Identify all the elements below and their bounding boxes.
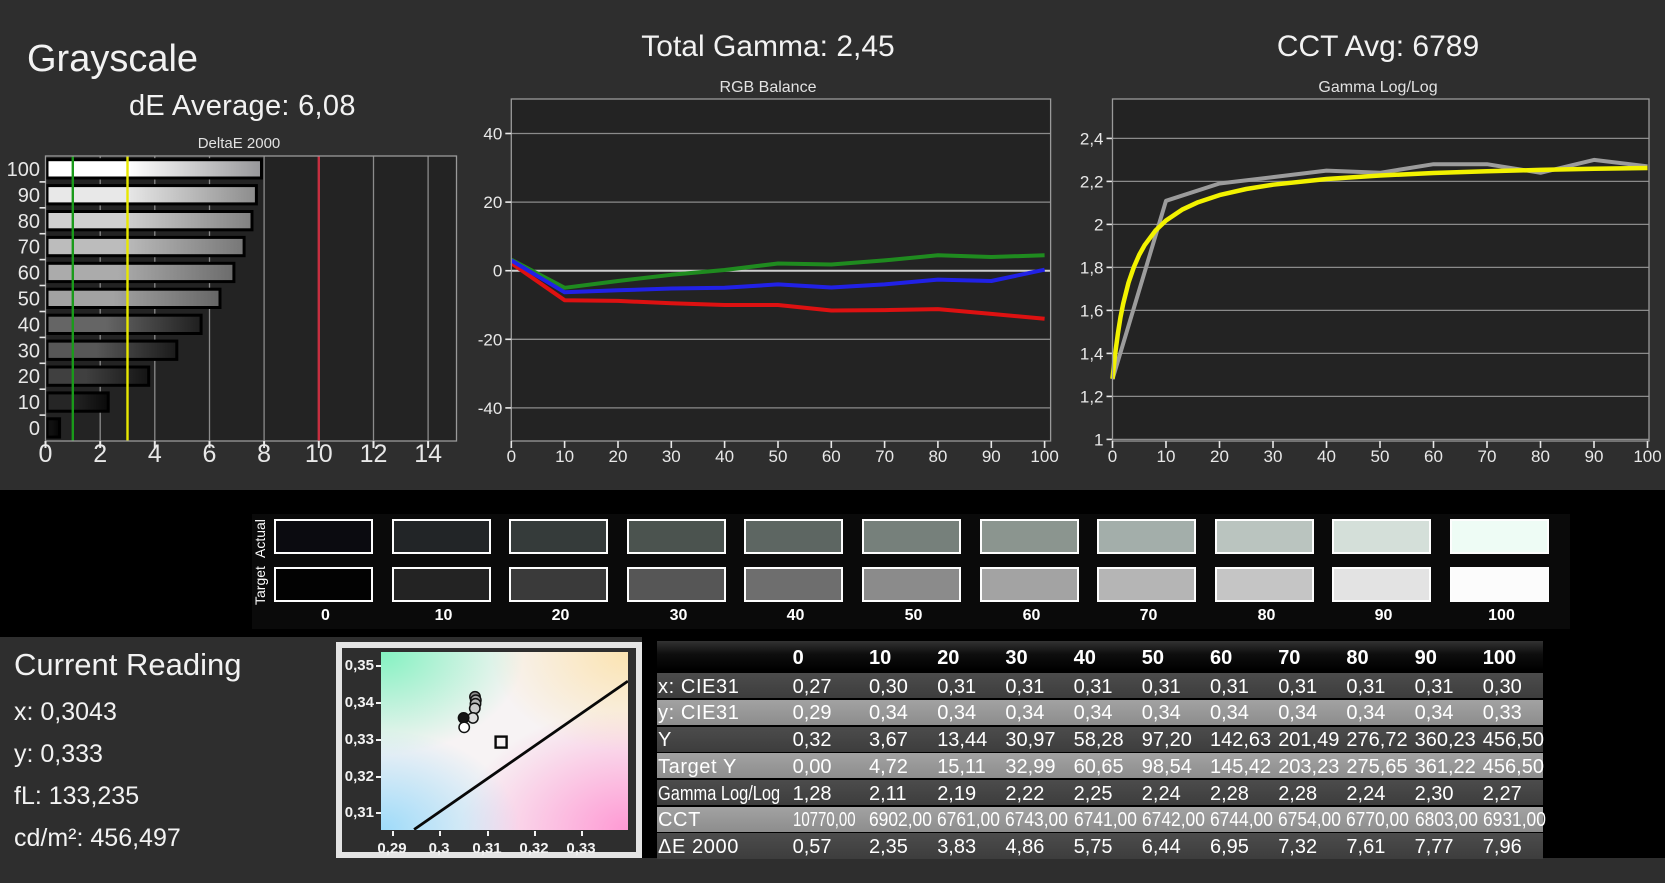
svg-text:40: 40 bbox=[1317, 447, 1336, 466]
svg-text:30: 30 bbox=[18, 340, 40, 362]
svg-text:10: 10 bbox=[1157, 447, 1176, 466]
svg-text:-20: -20 bbox=[478, 330, 503, 349]
svg-text:2: 2 bbox=[93, 440, 107, 468]
svg-text:90: 90 bbox=[18, 185, 40, 207]
svg-text:100: 100 bbox=[1633, 447, 1661, 466]
svg-text:90: 90 bbox=[1585, 447, 1604, 466]
svg-text:8: 8 bbox=[257, 440, 271, 468]
svg-text:90: 90 bbox=[982, 447, 1001, 466]
svg-text:30: 30 bbox=[1264, 447, 1283, 466]
svg-text:20: 20 bbox=[609, 447, 628, 466]
svg-text:70: 70 bbox=[18, 237, 40, 259]
svg-text:2,4: 2,4 bbox=[1080, 129, 1104, 148]
svg-text:20: 20 bbox=[1210, 447, 1229, 466]
svg-text:12: 12 bbox=[360, 440, 388, 468]
svg-text:1,8: 1,8 bbox=[1080, 258, 1104, 277]
svg-text:70: 70 bbox=[1478, 447, 1497, 466]
svg-text:40: 40 bbox=[715, 447, 734, 466]
svg-text:0: 0 bbox=[29, 418, 40, 440]
svg-text:2,2: 2,2 bbox=[1080, 172, 1104, 191]
svg-text:-40: -40 bbox=[478, 399, 503, 418]
svg-text:20: 20 bbox=[483, 193, 502, 212]
svg-text:10: 10 bbox=[18, 392, 40, 414]
svg-text:100: 100 bbox=[1030, 447, 1058, 466]
svg-text:60: 60 bbox=[18, 263, 40, 285]
svg-text:80: 80 bbox=[928, 447, 947, 466]
svg-text:0: 0 bbox=[507, 447, 516, 466]
svg-text:10: 10 bbox=[555, 447, 574, 466]
svg-text:80: 80 bbox=[18, 211, 40, 233]
svg-text:10: 10 bbox=[305, 440, 333, 468]
svg-text:40: 40 bbox=[483, 125, 502, 144]
svg-text:2: 2 bbox=[1094, 215, 1103, 234]
svg-text:60: 60 bbox=[822, 447, 841, 466]
svg-text:0: 0 bbox=[1108, 447, 1117, 466]
svg-text:70: 70 bbox=[875, 447, 894, 466]
svg-text:0: 0 bbox=[39, 440, 53, 468]
svg-text:1,4: 1,4 bbox=[1080, 344, 1104, 363]
svg-text:1,2: 1,2 bbox=[1080, 387, 1104, 406]
svg-text:80: 80 bbox=[1531, 447, 1550, 466]
svg-text:0: 0 bbox=[493, 262, 502, 281]
svg-text:50: 50 bbox=[769, 447, 788, 466]
svg-text:30: 30 bbox=[662, 447, 681, 466]
svg-text:1: 1 bbox=[1094, 430, 1103, 449]
svg-text:50: 50 bbox=[18, 289, 40, 311]
svg-text:6: 6 bbox=[203, 440, 217, 468]
svg-text:20: 20 bbox=[18, 366, 40, 388]
svg-text:100: 100 bbox=[7, 159, 40, 181]
svg-text:1,6: 1,6 bbox=[1080, 301, 1104, 320]
svg-text:4: 4 bbox=[148, 440, 162, 468]
svg-text:40: 40 bbox=[18, 314, 40, 336]
svg-text:60: 60 bbox=[1424, 447, 1443, 466]
svg-text:50: 50 bbox=[1371, 447, 1390, 466]
